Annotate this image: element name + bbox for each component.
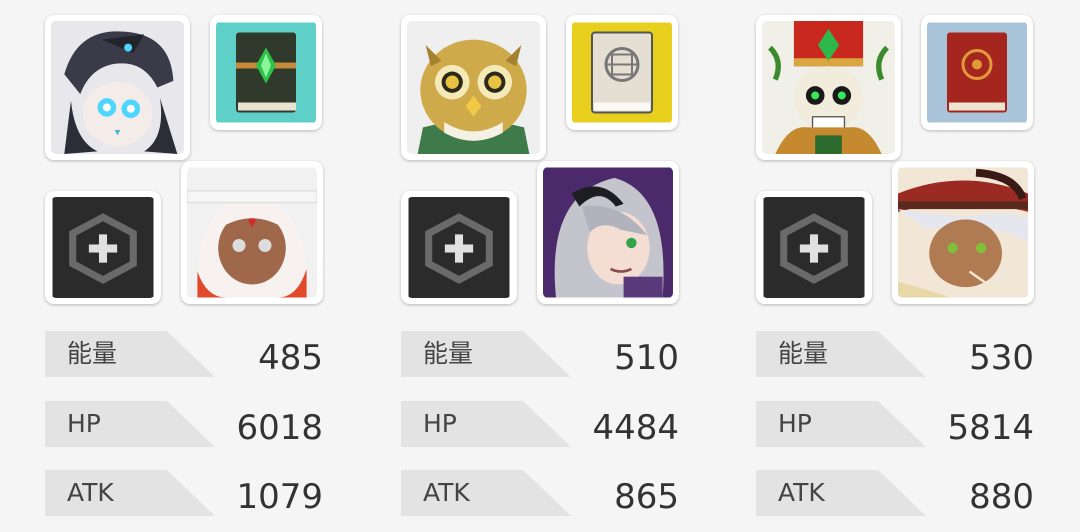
hero-portrait[interactable]	[401, 15, 546, 160]
stat-row-hp: HP 6018	[45, 401, 325, 448]
green-gem-spellbook-icon	[216, 22, 316, 123]
team-column-3: 能量 530 HP 5814 ATK 880	[756, 0, 1056, 532]
hero-portrait[interactable]	[756, 15, 901, 160]
hero-portrait[interactable]	[45, 15, 190, 160]
stat-row-atk: ATK 1079	[45, 470, 325, 517]
stat-label: ATK	[401, 470, 571, 516]
white-haired-girl-portrait	[187, 167, 317, 298]
gray-haired-girl-portrait	[543, 167, 673, 298]
stat-label: 能量	[45, 331, 215, 377]
stat-label: ATK	[45, 470, 215, 516]
stat-row-atk: ATK 865	[401, 470, 681, 517]
stat-row-hp: HP 4484	[401, 401, 681, 448]
skull-king-portrait	[762, 21, 895, 154]
stat-value: 530	[969, 338, 1034, 378]
stat-value: 510	[614, 338, 679, 378]
add-slot-icon	[52, 197, 154, 298]
stat-row-energy: 能量 485	[45, 331, 325, 378]
team-column-1: 能量 485 HP 6018 ATK 1079	[45, 0, 345, 532]
stat-label: 能量	[401, 331, 571, 377]
stat-label: ATK	[756, 470, 926, 516]
rune-spellbook-icon	[572, 22, 672, 123]
add-slot-icon	[408, 197, 510, 298]
stat-row-atk: ATK 880	[756, 470, 1036, 517]
stat-value: 5814	[947, 408, 1034, 448]
owl-portrait	[407, 21, 540, 154]
team-column-2: 能量 510 HP 4484 ATK 865	[401, 0, 701, 532]
stat-label: HP	[756, 401, 926, 447]
cowboy-hat-girl-portrait	[898, 167, 1028, 298]
dark-armored-girl-portrait	[51, 21, 184, 154]
book-slot[interactable]	[921, 15, 1033, 130]
stat-row-energy: 能量 530	[756, 331, 1036, 378]
stat-row-hp: HP 5814	[756, 401, 1036, 448]
support-portrait[interactable]	[181, 161, 323, 304]
stat-label: HP	[45, 401, 215, 447]
stat-row-energy: 能量 510	[401, 331, 681, 378]
red-spellbook-icon	[927, 22, 1027, 123]
stat-value: 1079	[236, 477, 323, 517]
stat-value: 6018	[236, 408, 323, 448]
add-support-slot[interactable]	[45, 191, 161, 304]
add-support-slot[interactable]	[401, 191, 517, 304]
book-slot[interactable]	[566, 15, 678, 130]
stat-label: HP	[401, 401, 571, 447]
stat-value: 865	[614, 477, 679, 517]
support-portrait[interactable]	[892, 161, 1034, 304]
stat-value: 4484	[592, 408, 679, 448]
book-slot[interactable]	[210, 15, 322, 130]
stat-value: 880	[969, 477, 1034, 517]
stat-value: 485	[258, 338, 323, 378]
stat-label: 能量	[756, 331, 926, 377]
add-support-slot[interactable]	[756, 191, 872, 304]
add-slot-icon	[763, 197, 865, 298]
support-portrait[interactable]	[537, 161, 679, 304]
